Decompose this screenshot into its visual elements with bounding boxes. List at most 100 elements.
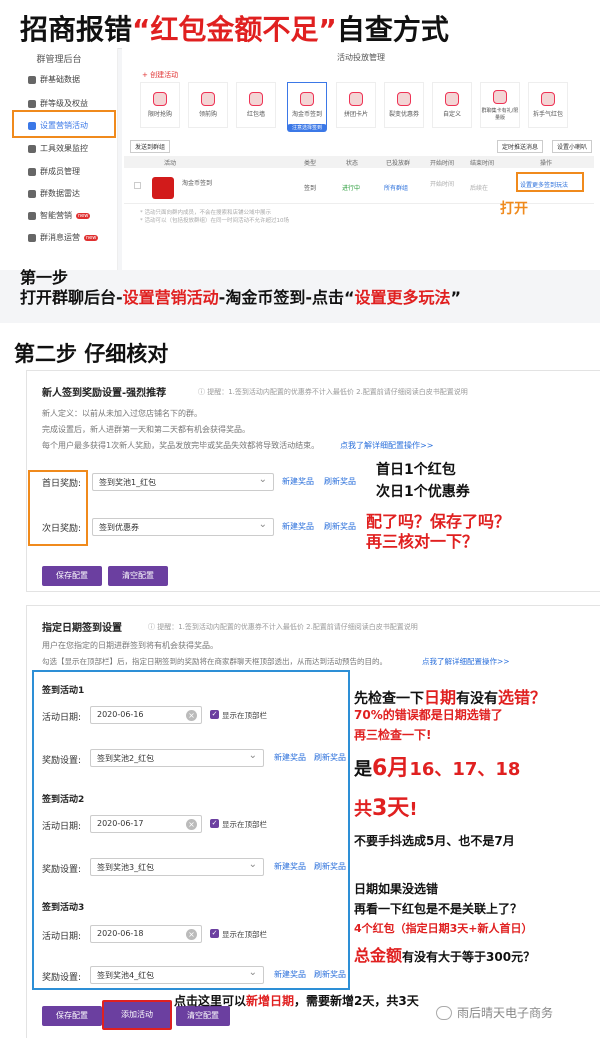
note-not-may-july: 不要手抖选成5月、也不是7月 (354, 834, 515, 848)
note-configured: 配了吗？保存了吗？ (366, 512, 511, 531)
refresh-prize-link[interactable]: 刷新奖品 (314, 752, 346, 763)
newcomer-hint: ⓘ 提醒：1.签到活动内配置的优惠券不计入最低价 2.配置前请仔细阅读白皮书配置… (198, 388, 468, 396)
template-lucky-packet[interactable]: 拆手气红包 (528, 82, 568, 128)
new-badge: new (84, 234, 99, 241)
newcomer-def-2: 完成设置后，新人进群第一天和第二天都有机会获得奖品。 (42, 425, 250, 434)
sidebar-item-messages[interactable]: 群消息运营 new (28, 232, 99, 243)
template-fission-coupon[interactable]: 裂变优惠券 (384, 82, 424, 128)
date-signin-detail-link[interactable]: 点我了解详细配置操作>> (422, 656, 510, 667)
col-activity: 活动 (164, 160, 177, 167)
activity-3-prize-select[interactable]: 签到奖池4_红包 (90, 966, 264, 984)
clear-icon[interactable]: × (186, 710, 197, 721)
sidebar-item-tools[interactable]: 工具效果监控 (28, 143, 88, 154)
table-header: 活动 类型 状态 已投放群 开始时间 结束时间 操作 (124, 156, 594, 168)
step2-heading: 第二步 仔细核对 (14, 342, 169, 366)
col-type: 类型 (304, 160, 317, 167)
item-thumbnail (152, 177, 174, 199)
redpacket-icon (249, 92, 263, 106)
col-end: 结束时间 (470, 160, 495, 167)
card-icon (349, 92, 363, 106)
activity-2-date-input[interactable]: 2020-06-17 × (90, 815, 202, 833)
note-70-percent: 70%的错误都是日期选错了 (354, 708, 503, 722)
note-double-check: 再三核对一下？ (366, 532, 479, 551)
sidebar-title: 群管理后台 (36, 55, 82, 65)
save-config-button[interactable]: 保存配置 (42, 1006, 102, 1026)
refresh-prize-link[interactable]: 刷新奖品 (314, 861, 346, 872)
activity-3-date-label: 活动日期: (42, 932, 82, 942)
template-custom[interactable]: 自定义 (432, 82, 472, 128)
activity-2-show-top-checkbox[interactable]: ✓ (210, 819, 219, 828)
note-recheck: 再三检查一下! (354, 728, 432, 742)
coin-icon (300, 92, 314, 106)
activity-2-date-label: 活动日期: (42, 822, 82, 832)
second-day-label: 次日奖励: (42, 524, 82, 534)
save-config-button[interactable]: 保存配置 (42, 566, 102, 586)
date-signin-heading: 指定日期签到设置 (42, 623, 122, 634)
clear-config-button[interactable]: 清空配置 (108, 566, 168, 586)
activity-3-date-input[interactable]: 2020-06-18 × (90, 925, 202, 943)
activity-3-prize-label: 奖励设置: (42, 973, 82, 983)
second-day-reward-select[interactable]: 签到优惠券 (92, 518, 274, 536)
send-to-group-button[interactable]: 发送到群组 (130, 140, 171, 153)
sidebar-item-marketing[interactable]: 设置营销活动 (28, 120, 88, 131)
refresh-prize-link[interactable]: 刷新奖品 (324, 521, 356, 532)
activity-3-title: 签到活动3 (42, 903, 85, 913)
refresh-prize-link[interactable]: 刷新奖品 (314, 969, 346, 980)
template-badge: 注意选择签到 (287, 124, 327, 132)
clear-icon[interactable]: × (186, 929, 197, 940)
refresh-prize-link[interactable]: 刷新奖品 (324, 476, 356, 487)
step1-instruction: 打开群聊后台-设置营销活动-淘金币签到-点击“设置更多玩法” (20, 288, 462, 307)
template-group-card[interactable]: 拼团卡片 (336, 82, 376, 128)
template-pre-buy[interactable]: 领前购 (188, 82, 228, 128)
note-second-day: 次日1个优惠券 (376, 484, 470, 500)
activity-1-show-top-checkbox[interactable]: ✓ (210, 710, 219, 719)
activity-1-date-label: 活动日期: (42, 713, 82, 723)
first-day-reward-select[interactable]: 签到奖池1_红包 (92, 473, 274, 491)
scheduled-push-button[interactable]: 定时推送消息 (497, 140, 544, 153)
row-start: 开始时间 (430, 181, 455, 188)
template-collect-cards[interactable]: 群聊集卡有礼/限量版 (480, 82, 520, 128)
activity-2-prize-select[interactable]: 签到奖池3_红包 (90, 858, 264, 876)
note-date-correct: 日期如果没选错 (354, 882, 439, 896)
new-prize-link[interactable]: 新建奖品 (282, 476, 314, 487)
users-icon (28, 167, 36, 176)
row-type: 签到 (304, 185, 317, 192)
date-signin-desc-1: 用户在您指定的日期进群签到将有机会获得奖品。 (42, 641, 218, 650)
newcomer-detail-link[interactable]: 点我了解详细配置操作>> (340, 440, 433, 451)
template-red-packet-wall[interactable]: 红包墙 (236, 82, 276, 128)
note-three-days: 共3天! (354, 796, 418, 821)
col-status: 状态 (346, 160, 359, 167)
coupon-icon (397, 92, 411, 106)
activity-3-show-top-checkbox[interactable]: ✓ (210, 929, 219, 938)
row-end: 后续在 (470, 185, 489, 192)
create-activity-label[interactable]: + 创建活动 (142, 70, 178, 80)
first-day-label: 首日奖励: (42, 479, 82, 489)
clear-config-button[interactable]: 清空配置 (176, 1006, 230, 1026)
row-status: 进行中 (342, 185, 361, 192)
tool-icon (28, 144, 36, 153)
activity-2-title: 签到活动2 (42, 795, 85, 805)
sidebar-item-level[interactable]: 群等级及权益 (28, 98, 88, 109)
speaker-settings-button[interactable]: 设置小喇叭 (552, 140, 593, 153)
date-signin-desc-2: 勾选【显示在顶部栏】后，指定日期签到的奖励将在商家群聊天框顶部透出，从而达到活动… (42, 657, 387, 666)
watermark: 雨后晴天电子商务 (436, 1004, 553, 1021)
sidebar-item-members[interactable]: 群成员管理 (28, 166, 80, 177)
new-prize-link[interactable]: 新建奖品 (274, 752, 306, 763)
activity-1-prize-select[interactable]: 签到奖池2_红包 (90, 749, 264, 767)
add-activity-button[interactable]: 添加活动 (102, 1000, 172, 1030)
sidebar-item-smart[interactable]: 智能营销 new (28, 210, 91, 221)
cards-icon (493, 89, 507, 104)
activity-1-prize-label: 奖励设置: (42, 756, 82, 766)
new-prize-link[interactable]: 新建奖品 (274, 861, 306, 872)
new-prize-link[interactable]: 新建奖品 (274, 969, 306, 980)
sidebar-item-base-data[interactable]: 群基础数据 (28, 74, 80, 85)
sidebar-item-radar[interactable]: 群数据雷达 (28, 188, 80, 199)
clear-icon[interactable]: × (186, 819, 197, 830)
activity-3-show-top-label: 显示在顶部栏 (222, 930, 267, 939)
row-checkbox[interactable] (134, 182, 141, 189)
activity-1-date-input[interactable]: 2020-06-16 × (90, 706, 202, 724)
new-prize-link[interactable]: 新建奖品 (282, 521, 314, 532)
template-flash-sale[interactable]: 限时抢购 (140, 82, 180, 128)
gift-icon (28, 121, 36, 130)
template-coin-signin[interactable]: 淘金币签到 (287, 82, 327, 128)
